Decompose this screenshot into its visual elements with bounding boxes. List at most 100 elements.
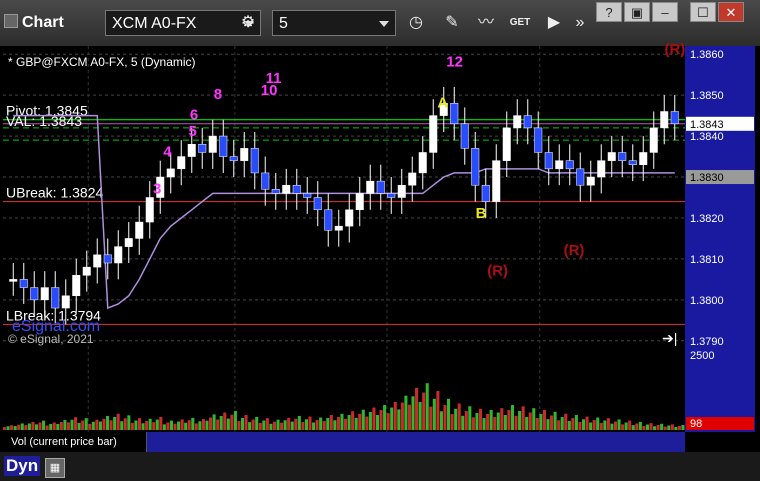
candle-body bbox=[250, 148, 259, 174]
candle-body bbox=[166, 168, 175, 178]
candle-body bbox=[313, 197, 322, 211]
chart-annotation: A bbox=[437, 94, 448, 111]
candle-body bbox=[82, 266, 91, 276]
volume-bar bbox=[113, 417, 117, 430]
volume-bar bbox=[91, 421, 95, 430]
volume-bar bbox=[478, 408, 483, 430]
volume-bar bbox=[468, 406, 472, 430]
volume-bar bbox=[372, 407, 376, 430]
candle-body bbox=[187, 144, 196, 157]
candle-body bbox=[135, 221, 144, 239]
volume-bar bbox=[269, 423, 273, 430]
volume-bar bbox=[84, 418, 88, 430]
volume-bar bbox=[184, 422, 188, 430]
candle-body bbox=[292, 184, 301, 194]
volume-bar bbox=[471, 417, 475, 430]
volume-bar bbox=[489, 410, 493, 430]
candle-body bbox=[618, 152, 627, 161]
candle-body bbox=[576, 168, 585, 186]
volume-bar bbox=[95, 419, 99, 430]
volume-bar bbox=[656, 425, 660, 430]
volume-bar bbox=[361, 409, 365, 430]
volume-bar bbox=[265, 418, 269, 430]
volume-bar bbox=[535, 418, 539, 430]
candle-body bbox=[523, 115, 532, 129]
volume-bar bbox=[66, 422, 70, 430]
candle-body bbox=[387, 193, 396, 198]
level-label: UBreak: 1.3824 bbox=[6, 185, 103, 201]
volume-bar bbox=[571, 418, 575, 430]
chart-annotation: (R) bbox=[564, 242, 585, 259]
candle-body bbox=[481, 184, 490, 202]
volume-bar bbox=[553, 411, 557, 430]
volume-bar bbox=[628, 420, 632, 430]
volume-bar bbox=[98, 421, 102, 430]
calendar-icon[interactable]: ▦ bbox=[45, 458, 65, 478]
volume-bar bbox=[219, 416, 223, 430]
volume-bar bbox=[74, 417, 78, 430]
volume-bar bbox=[198, 421, 202, 430]
volume-bar bbox=[244, 415, 248, 430]
candle-body bbox=[471, 148, 480, 186]
time-axis[interactable] bbox=[0, 452, 760, 481]
volume-bar bbox=[528, 412, 532, 430]
volume-bar bbox=[226, 418, 230, 430]
volume-bar bbox=[81, 420, 85, 430]
volume-bar bbox=[645, 424, 649, 430]
candle-body bbox=[208, 135, 217, 153]
volume-bar bbox=[27, 423, 31, 430]
volume-bar bbox=[255, 416, 259, 430]
candle-body bbox=[271, 189, 280, 194]
volume-bar bbox=[34, 424, 39, 430]
volume-bar bbox=[560, 417, 564, 430]
candle-body bbox=[334, 225, 343, 231]
candle-body bbox=[40, 287, 49, 301]
volume-bar bbox=[358, 413, 362, 430]
candle-body bbox=[355, 193, 364, 211]
price-marker-label: 1.3843 bbox=[690, 119, 724, 131]
candle-body bbox=[19, 279, 28, 288]
volume-bar bbox=[386, 413, 390, 430]
volume-bar bbox=[180, 419, 184, 430]
candle-body bbox=[376, 180, 385, 194]
volume-bar bbox=[134, 420, 138, 430]
candle-body bbox=[9, 279, 18, 282]
chart-annotation: B bbox=[476, 205, 487, 222]
volume-bar bbox=[145, 421, 149, 430]
volume-bar bbox=[365, 416, 369, 430]
volume-bar bbox=[17, 424, 21, 430]
candle-body bbox=[282, 184, 291, 194]
volume-bar bbox=[52, 422, 56, 430]
volume-bar bbox=[411, 396, 415, 430]
volume-bar bbox=[432, 398, 436, 430]
volume-bar bbox=[201, 419, 205, 430]
volume-bar bbox=[106, 415, 110, 430]
volume-bar bbox=[631, 425, 635, 430]
candle-body bbox=[303, 193, 312, 198]
volume-bar bbox=[635, 423, 639, 430]
scroll-end-icon[interactable]: ➔| bbox=[662, 330, 677, 347]
volume-bar bbox=[141, 423, 145, 430]
volume-bar bbox=[482, 418, 486, 430]
price-tick-label: 1.3840 bbox=[690, 131, 724, 143]
candle-body bbox=[51, 287, 60, 309]
volume-bar bbox=[272, 421, 277, 430]
volume-bar bbox=[422, 392, 426, 430]
volume-bar bbox=[564, 413, 568, 430]
volume-bar bbox=[308, 416, 312, 430]
candle-body bbox=[450, 103, 459, 125]
candle-body bbox=[366, 180, 375, 194]
chart-annotation: (R) bbox=[665, 41, 686, 58]
candle-body bbox=[544, 152, 553, 170]
volume-bar bbox=[326, 418, 330, 430]
volume-bar bbox=[610, 423, 614, 430]
chart-annotation: 11 bbox=[266, 70, 282, 87]
volume-bar bbox=[525, 416, 529, 430]
copyright: © eSignal, 2021 bbox=[8, 332, 94, 346]
candle-body bbox=[597, 160, 606, 178]
volume-bar bbox=[510, 405, 514, 430]
volume-bar bbox=[56, 424, 60, 430]
volume-bar bbox=[585, 416, 589, 430]
volume-bar bbox=[276, 419, 280, 430]
volume-bar bbox=[425, 383, 429, 430]
